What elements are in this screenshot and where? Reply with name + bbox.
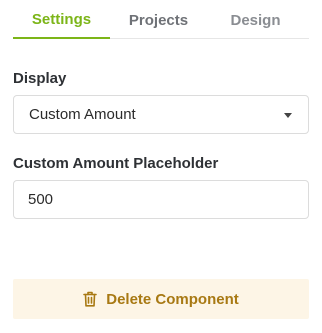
custom-amount-placeholder-input[interactable] (13, 180, 309, 219)
delete-component-label: Delete Component (106, 290, 239, 308)
settings-panel: Settings Projects Design Display Custom … (0, 0, 322, 333)
tab-bar: Settings Projects Design (13, 0, 309, 39)
chevron-down-icon (284, 113, 292, 118)
delete-component-button[interactable]: Delete Component (13, 279, 309, 319)
custom-amount-placeholder-label: Custom Amount Placeholder (13, 155, 219, 172)
display-select-value: Custom Amount (29, 106, 136, 123)
tab-projects[interactable]: Projects (110, 1, 207, 39)
trash-icon (83, 291, 98, 307)
display-label: Display (13, 70, 67, 87)
display-select[interactable]: Custom Amount (13, 95, 309, 134)
tab-design[interactable]: Design (207, 1, 304, 39)
tab-settings[interactable]: Settings (13, 1, 110, 39)
